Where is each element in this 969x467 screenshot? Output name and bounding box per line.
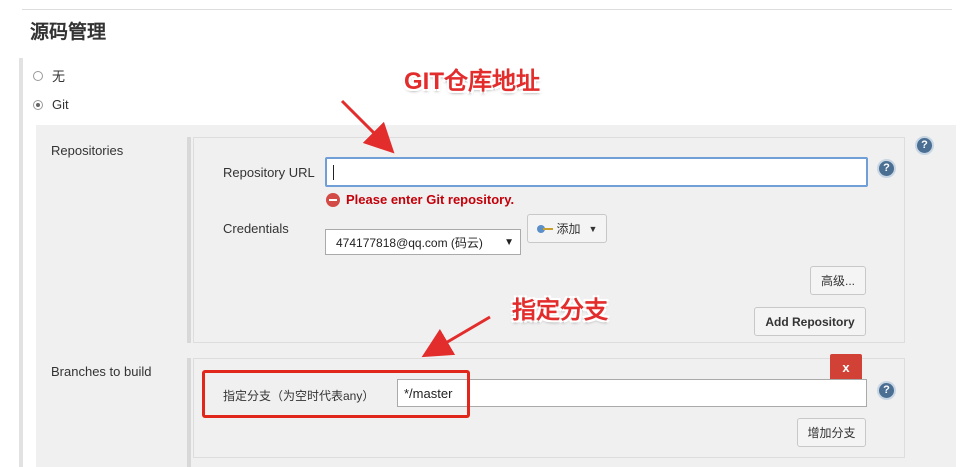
annotation-arrows (340, 99, 491, 358)
git-url-arrow (340, 99, 395, 154)
branch-arrow (421, 315, 491, 358)
